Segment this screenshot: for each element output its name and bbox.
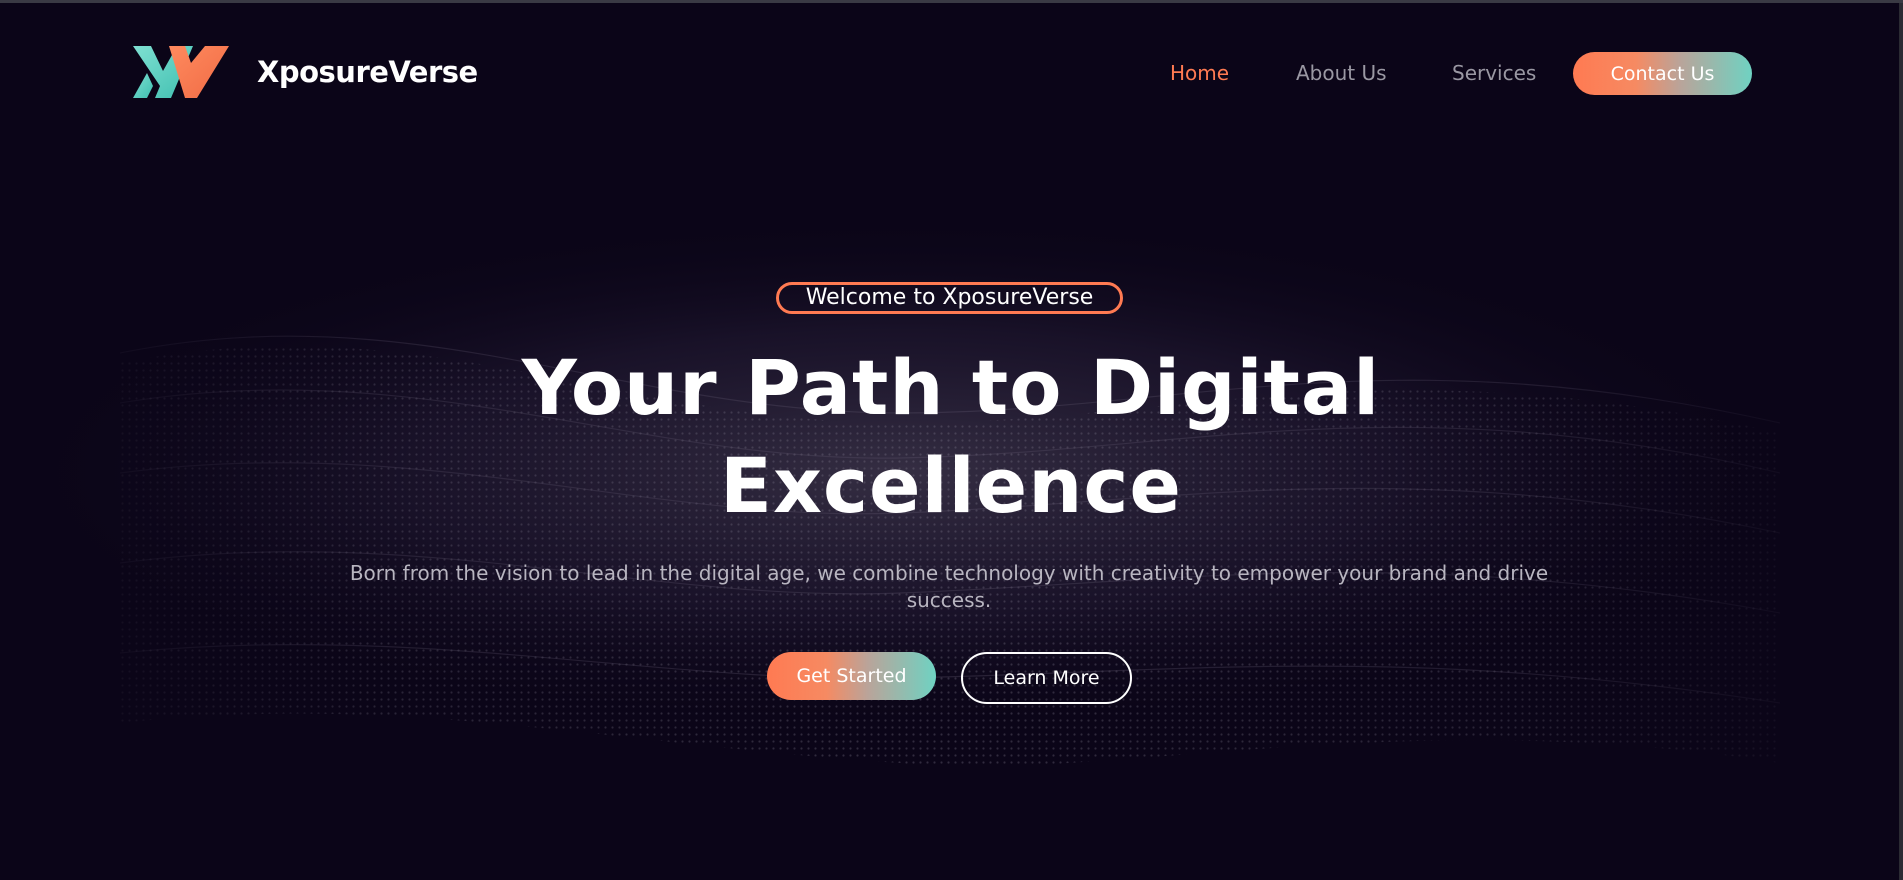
hero-description: Born from the vision to lead in the digi… xyxy=(344,560,1554,614)
get-started-button[interactable]: Get Started xyxy=(767,652,936,700)
welcome-badge: Welcome to XposureVerse xyxy=(776,282,1123,314)
landing-page: XposureVerse Home About Us Services Cont… xyxy=(0,0,1903,880)
xv-logo-icon[interactable] xyxy=(133,43,229,101)
contact-us-button[interactable]: Contact Us xyxy=(1573,52,1752,95)
hero-description-line-1: Born from the vision to lead in the digi… xyxy=(349,561,1549,585)
hero-headline-line-1: Your Path to Digital xyxy=(521,343,1381,432)
top-navbar: XposureVerse Home About Us Services Cont… xyxy=(0,3,1903,143)
hero-headline: Your Path to Digital Excellence xyxy=(451,339,1451,535)
brand-name[interactable]: XposureVerse xyxy=(257,55,478,89)
nav-link-services[interactable]: Services xyxy=(1452,61,1536,85)
learn-more-button[interactable]: Learn More xyxy=(961,652,1132,704)
hero-headline-line-2: Excellence xyxy=(720,441,1182,530)
nav-link-about-us[interactable]: About Us xyxy=(1296,61,1387,85)
nav-link-home[interactable]: Home xyxy=(1170,61,1229,85)
hero-description-line-2: success. xyxy=(906,588,992,612)
